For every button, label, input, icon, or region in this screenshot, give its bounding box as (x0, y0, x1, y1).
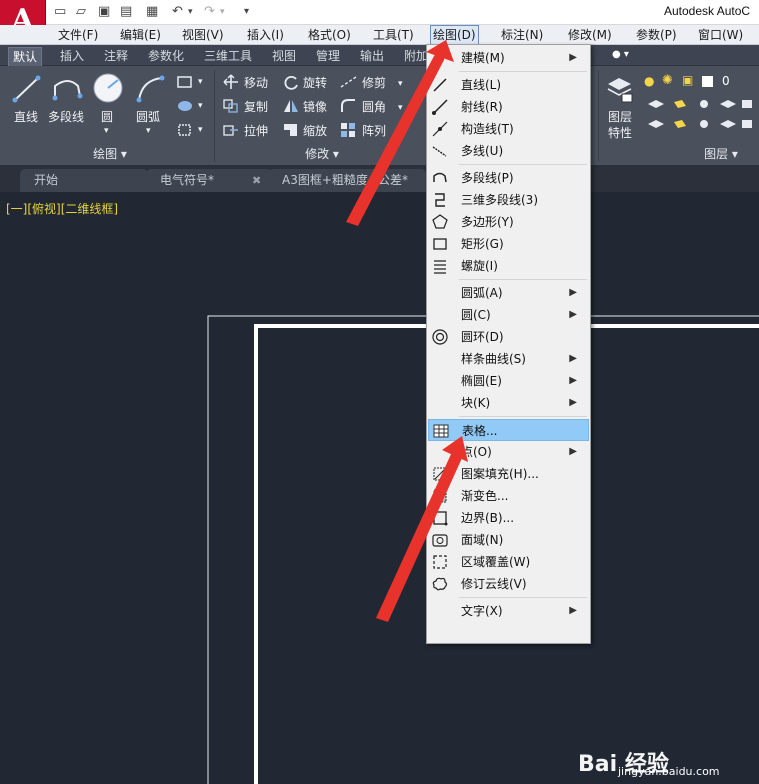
annotation-arrow-to-table-item (376, 436, 462, 622)
baidu-watermark-url: jingyan.baidu.com (618, 765, 720, 778)
annotation-arrow-to-draw-menu (346, 40, 446, 226)
annotation-arrows (346, 40, 468, 622)
